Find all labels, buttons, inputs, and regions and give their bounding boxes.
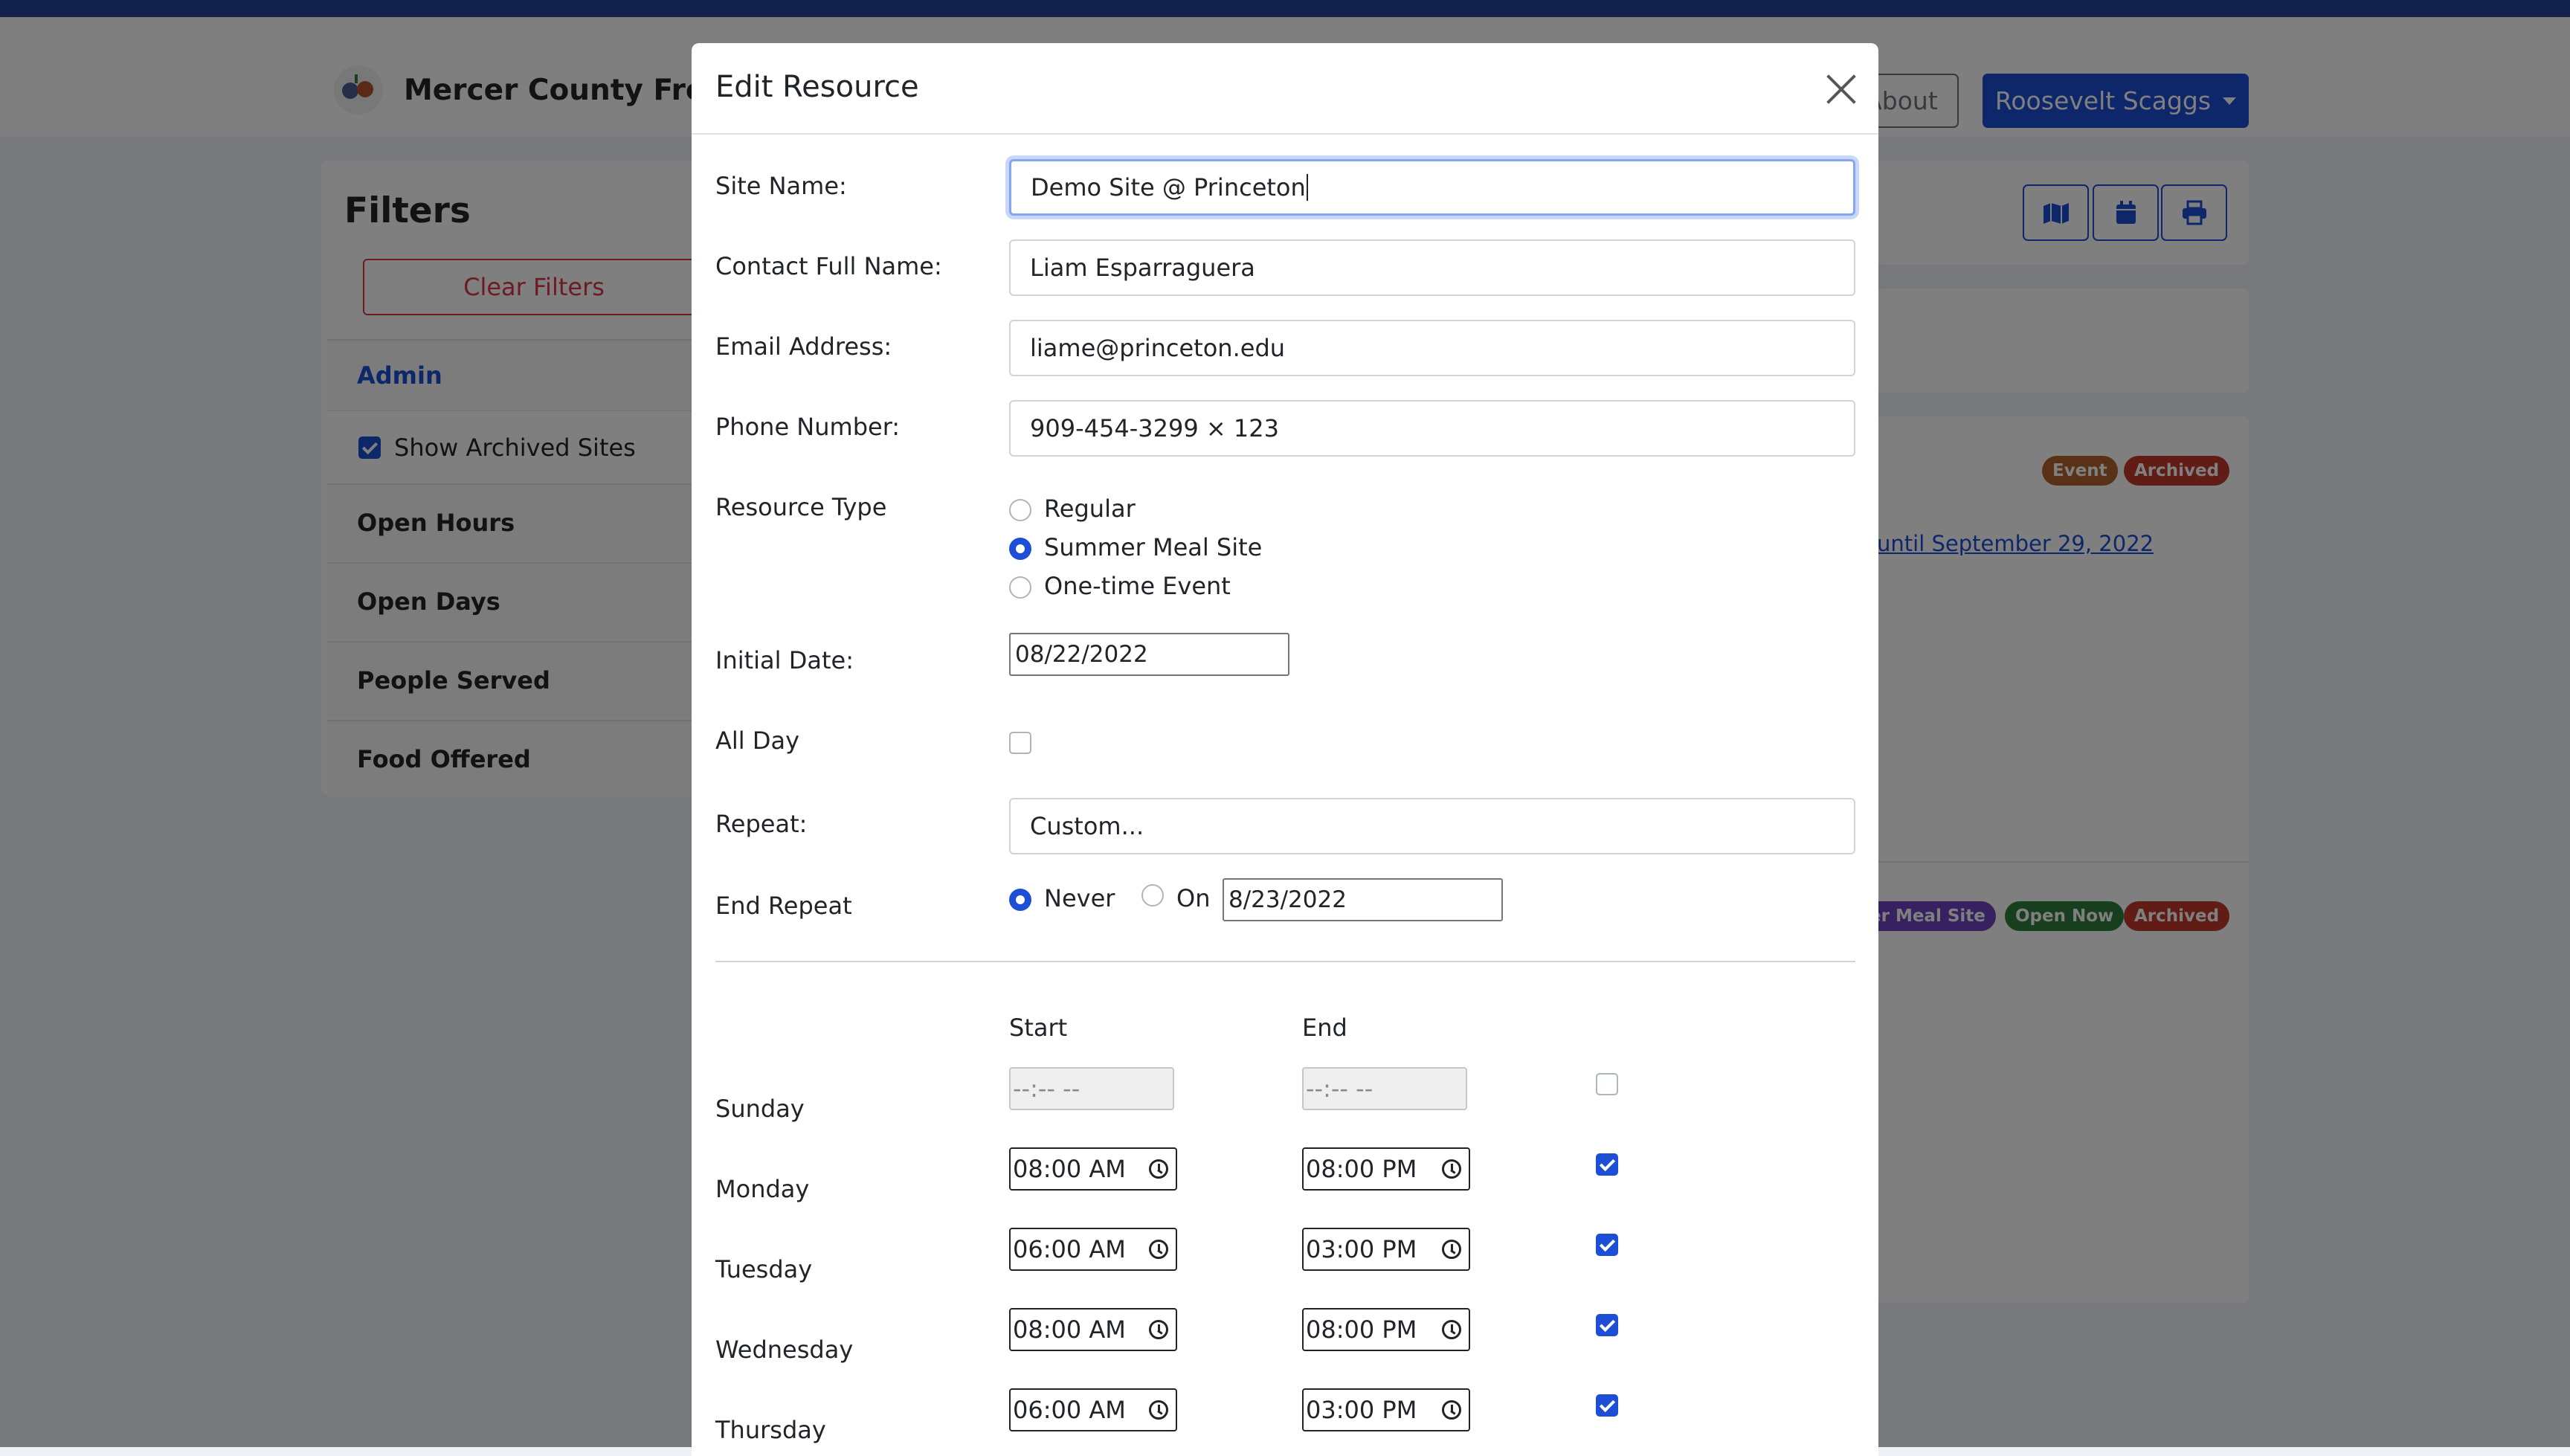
contact-name-label: Contact Full Name: <box>715 252 942 280</box>
close-icon[interactable] <box>1825 73 1858 106</box>
monday-end-value: 08:00 PM <box>1306 1155 1417 1183</box>
modal-header: Edit Resource <box>692 43 1878 135</box>
tuesday-end-value: 03:00 PM <box>1306 1235 1417 1263</box>
start-column-header: Start <box>1009 1014 1068 1042</box>
clock-icon[interactable] <box>1442 1240 1461 1259</box>
tuesday-enabled-checkbox[interactable] <box>1596 1234 1618 1256</box>
day-label-monday: Monday <box>715 1175 810 1203</box>
phone-input[interactable]: 909-454-3299 × 123 <box>1009 400 1855 457</box>
sunday-enabled-checkbox[interactable] <box>1596 1073 1618 1095</box>
wednesday-start-time[interactable]: 08:00 AM <box>1009 1308 1177 1351</box>
all-day-checkbox[interactable] <box>1009 732 1031 754</box>
clock-icon[interactable] <box>1442 1400 1461 1420</box>
radio-end-never[interactable] <box>1009 889 1031 911</box>
tuesday-start-value: 06:00 AM <box>1013 1235 1126 1263</box>
email-input[interactable]: liame@princeton.edu <box>1009 320 1855 376</box>
radio-summer-meal-site-label: Summer Meal Site <box>1044 533 1263 561</box>
email-value: liame@princeton.edu <box>1030 334 1286 362</box>
sunday-start-time: --:-- -- <box>1009 1067 1174 1110</box>
thursday-start-time[interactable]: 06:00 AM <box>1009 1388 1177 1431</box>
tuesday-start-time[interactable]: 06:00 AM <box>1009 1228 1177 1271</box>
clock-icon[interactable] <box>1149 1400 1168 1420</box>
contact-name-value: Liam Esparraguera <box>1030 254 1255 282</box>
monday-end-time[interactable]: 08:00 PM <box>1302 1147 1470 1191</box>
thursday-end-value: 03:00 PM <box>1306 1396 1417 1424</box>
email-label: Email Address: <box>715 332 892 361</box>
text-cursor <box>1306 174 1308 201</box>
site-name-label: Site Name: <box>715 172 847 200</box>
sunday-start-placeholder: --:-- -- <box>1013 1075 1081 1103</box>
site-name-value: Demo Site @ Princeton <box>1031 173 1306 202</box>
clock-icon[interactable] <box>1442 1159 1461 1179</box>
contact-name-input[interactable]: Liam Esparraguera <box>1009 239 1855 296</box>
day-label-wednesday: Wednesday <box>715 1336 854 1364</box>
radio-summer-meal-site[interactable] <box>1009 538 1031 560</box>
site-name-input[interactable]: Demo Site @ Princeton <box>1009 159 1855 216</box>
initial-date-label: Initial Date: <box>715 646 854 674</box>
wednesday-end-value: 08:00 PM <box>1306 1315 1417 1344</box>
thursday-end-time[interactable]: 03:00 PM <box>1302 1388 1470 1431</box>
all-day-label: All Day <box>715 727 800 755</box>
clock-icon[interactable] <box>1442 1320 1461 1339</box>
repeat-select[interactable]: Custom... <box>1009 798 1855 854</box>
day-label-thursday: Thursday <box>715 1416 826 1444</box>
radio-one-time-event[interactable] <box>1009 576 1031 599</box>
repeat-label: Repeat: <box>715 810 808 838</box>
end-repeat-date-input[interactable]: 8/23/2022 <box>1223 878 1503 921</box>
section-divider <box>715 961 1855 962</box>
sunday-end-placeholder: --:-- -- <box>1306 1075 1373 1103</box>
modal-title: Edit Resource <box>715 70 919 104</box>
end-repeat-label: End Repeat <box>715 892 852 920</box>
initial-date-input[interactable]: 08/22/2022 <box>1009 633 1289 676</box>
end-repeat-date-value: 8/23/2022 <box>1228 886 1347 913</box>
edit-resource-modal: Edit Resource Site Name: Demo Site @ Pri… <box>692 43 1878 1456</box>
initial-date-value: 08/22/2022 <box>1015 641 1148 668</box>
clock-icon[interactable] <box>1149 1320 1168 1339</box>
sunday-end-time: --:-- -- <box>1302 1067 1467 1110</box>
day-label-tuesday: Tuesday <box>715 1255 813 1283</box>
radio-end-on-label: On <box>1176 884 1211 912</box>
tuesday-end-time[interactable]: 03:00 PM <box>1302 1228 1470 1271</box>
wednesday-end-time[interactable]: 08:00 PM <box>1302 1308 1470 1351</box>
clock-icon[interactable] <box>1149 1159 1168 1179</box>
end-column-header: End <box>1302 1014 1347 1042</box>
radio-end-on[interactable] <box>1141 884 1164 906</box>
radio-end-never-label: Never <box>1044 884 1115 912</box>
thursday-enabled-checkbox[interactable] <box>1596 1394 1618 1417</box>
resource-type-label: Resource Type <box>715 493 887 521</box>
radio-regular[interactable] <box>1009 499 1031 521</box>
phone-value: 909-454-3299 × 123 <box>1030 414 1279 442</box>
monday-start-value: 08:00 AM <box>1013 1155 1126 1183</box>
wednesday-enabled-checkbox[interactable] <box>1596 1314 1618 1336</box>
monday-start-time[interactable]: 08:00 AM <box>1009 1147 1177 1191</box>
radio-one-time-event-label: One-time Event <box>1044 572 1231 600</box>
radio-regular-label: Regular <box>1044 495 1136 523</box>
thursday-start-value: 06:00 AM <box>1013 1396 1126 1424</box>
repeat-value: Custom... <box>1030 812 1144 840</box>
wednesday-start-value: 08:00 AM <box>1013 1315 1126 1344</box>
day-label-sunday: Sunday <box>715 1095 805 1123</box>
phone-label: Phone Number: <box>715 413 901 441</box>
clock-icon[interactable] <box>1149 1240 1168 1259</box>
monday-enabled-checkbox[interactable] <box>1596 1153 1618 1176</box>
